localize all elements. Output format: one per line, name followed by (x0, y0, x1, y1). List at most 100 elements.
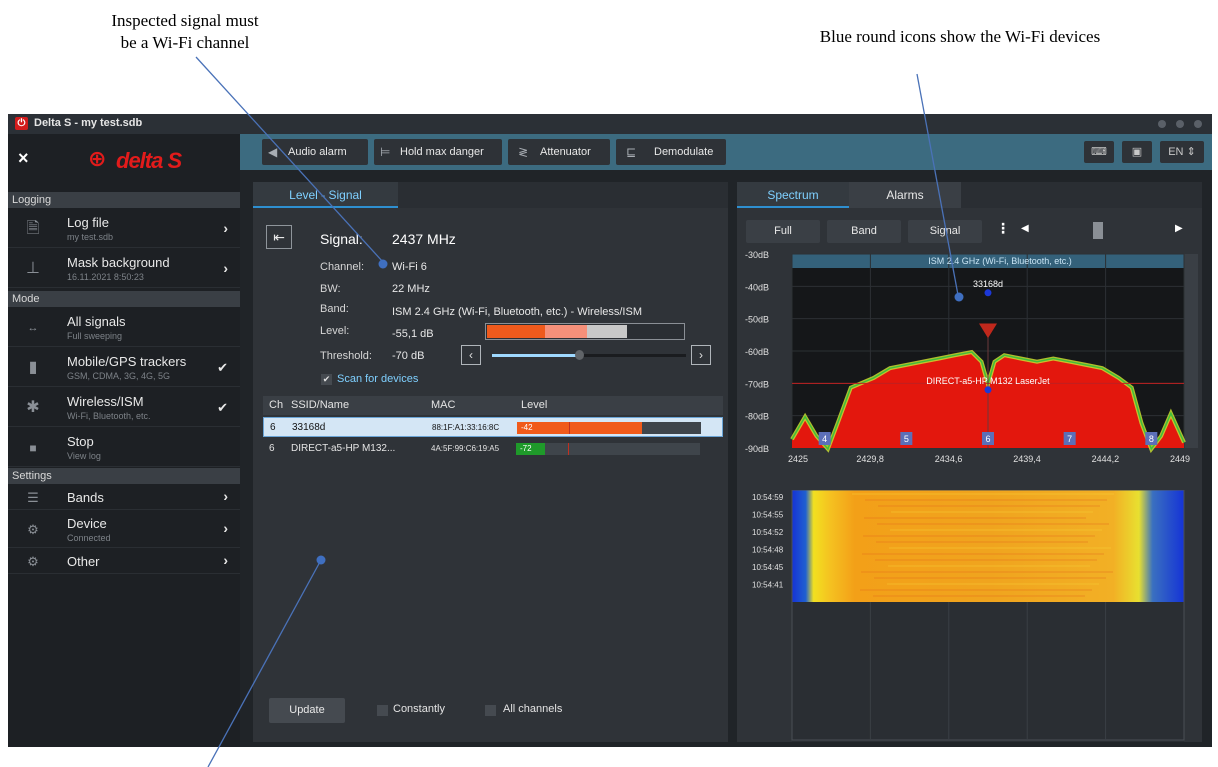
sidebar-item-label: All signals (67, 314, 126, 329)
level-bar-segment (487, 325, 545, 338)
window-title: Delta S - my test.sdb (34, 117, 143, 129)
annotation-line-2: be a Wi-Fi channel (120, 33, 250, 52)
chevron-right-icon: › (223, 220, 228, 236)
keyboard-icon[interactable]: ⌨ (1084, 141, 1114, 163)
tab-alarms[interactable]: Alarms (849, 182, 961, 208)
sidebar-item-device[interactable]: ⚙ Device Connected › (8, 512, 240, 548)
toolbar: ◀ Audio alarm ⊨ Hold max danger ≷ Attenu… (240, 134, 1212, 170)
bw-label: BW: (320, 283, 341, 295)
spectrum-scroll-thumb[interactable] (1093, 222, 1103, 239)
all-signals-icon: ↔ (27, 322, 39, 334)
signal-label: Signal: (320, 231, 363, 247)
threshold-slider-fill (492, 354, 580, 357)
table-row[interactable]: 6 DIRECT-a5-HP M132... 4A:5F:99:C6:19:A5… (263, 439, 723, 459)
sidebar-item-mobile-gps[interactable]: ▮ Mobile/GPS trackers GSM, CDMA, 3G, 4G,… (8, 349, 240, 387)
sidebar-item-label: Log file (67, 215, 109, 230)
sidebar-item-all-signals[interactable]: ↔ All signals Full sweeping (8, 309, 240, 347)
constantly-checkbox[interactable] (377, 705, 388, 716)
delta-s-logo: ⊕ delta S (86, 140, 206, 180)
back-button[interactable]: ⇤ (266, 225, 292, 249)
mask-icon: ⊥ (26, 260, 40, 277)
sidebar-item-bands[interactable]: ☰ Bands › (8, 486, 240, 510)
attenuator-button[interactable]: ≷ Attenuator (508, 139, 610, 165)
table-row[interactable]: 6 33168d 88:1F:A1:33:16:8C -42 (263, 417, 723, 437)
waterfall-chart: 10:54:59 10:54:55 10:54:52 10:54:48 10:54:45… (737, 490, 1202, 742)
row-level-marker (568, 443, 569, 455)
chevron-right-icon: › (223, 260, 228, 276)
column-header: MAC (431, 399, 456, 411)
close-icon[interactable]: × (18, 148, 29, 169)
waterfall-empty (792, 602, 1184, 742)
section-settings: Settings (8, 468, 240, 484)
scroll-left-icon[interactable]: ◀ (1021, 223, 1029, 234)
sidebar-item-mask-background[interactable]: ⊥ Mask background 16.11.2021 8:50:23 › (8, 250, 240, 288)
y-tick-label: -30dB (745, 250, 769, 260)
updown-icon: ⇕ (1186, 146, 1196, 158)
waterfall-heatmap (792, 490, 1184, 602)
update-button[interactable]: Update (269, 698, 345, 723)
band-value: ISM 2.4 GHz (Wi-Fi, Bluetooth, etc.) - W… (392, 306, 642, 318)
signal-button[interactable]: Signal (908, 220, 982, 243)
row-level-value: -72 (520, 444, 532, 453)
app-power-icon: ⏻ (15, 117, 28, 130)
demodulate-button[interactable]: ⊑ Demodulate (616, 139, 726, 165)
band-title-label: ISM 2.4 GHz (Wi-Fi, Bluetooth, etc.) (928, 256, 1072, 266)
sidebar-item-label: Device (67, 516, 107, 531)
device-marker (984, 386, 992, 394)
waterfall-time-label: 10:54:48 (752, 546, 784, 555)
row-level-bar: -72 (516, 443, 700, 455)
sidebar-item-label: Mask background (67, 255, 170, 270)
logo-text: delta S (116, 148, 182, 173)
row-channel: 6 (270, 422, 276, 433)
scroll-right-icon[interactable]: ▶ (1175, 223, 1183, 234)
waterfall-time-label: 10:54:55 (752, 511, 784, 520)
window-close-button[interactable] (1194, 120, 1202, 128)
x-tick-label: 2425 (788, 454, 808, 464)
band-label: Band: (320, 303, 349, 315)
level-value: -55,1 dB (392, 328, 434, 340)
x-tick-label: 2439,4 (1013, 454, 1041, 464)
window-minimize-button[interactable] (1158, 120, 1166, 128)
all-channels-checkbox[interactable] (485, 705, 496, 716)
sidebar-item-log-file[interactable]: 🗎 Log file my test.sdb › (8, 210, 240, 248)
sidebar-item-sub: View log (67, 451, 101, 461)
logo-mark-icon: ⊕ (88, 146, 107, 171)
column-header: Ch (269, 399, 284, 411)
annotation-wifi-devices: Blue round icons show the Wi-Fi devices (819, 27, 1101, 46)
level-label: Level: (320, 325, 350, 337)
tab-level-signal[interactable]: Level - Signal (253, 182, 398, 208)
chevron-right-icon: › (699, 348, 703, 362)
row-ssid: DIRECT-a5-HP M132... (291, 443, 396, 454)
sidebar-item-other[interactable]: ⚙ Other › (8, 550, 240, 574)
device-marker-label: DIRECT-a5-HP M132 LaserJet (926, 376, 1050, 386)
screen-icon[interactable]: ▣ (1122, 141, 1152, 163)
threshold-increase-button[interactable]: › (691, 345, 711, 365)
audio-alarm-button[interactable]: ◀ Audio alarm (262, 139, 368, 165)
spectrum-chart: -30dB -40dB -50dB -60dB -70dB -80dB -90dB 2425 2… (745, 250, 1198, 464)
back-arrow-icon: ⇤ (273, 229, 285, 245)
sidebar-item-stop[interactable]: ■ Stop View log (8, 429, 240, 467)
full-button[interactable]: Full (746, 220, 820, 243)
threshold-decrease-button[interactable]: ‹ (461, 345, 481, 365)
more-options-icon[interactable]: ⋮ (996, 220, 1010, 237)
scan-devices-checkbox[interactable]: ✔ (321, 374, 332, 385)
attenuator-icon: ≷ (518, 145, 529, 159)
plot-right-margin (1184, 254, 1198, 448)
language-select[interactable]: EN ⇕ (1160, 141, 1204, 163)
y-tick-label: -60dB (745, 347, 769, 357)
tab-spectrum[interactable]: Spectrum (737, 182, 849, 208)
y-tick-label: -70dB (745, 379, 769, 389)
y-tick-label: -80dB (745, 412, 769, 422)
sidebar-item-sub: Connected (67, 533, 111, 543)
language-value: EN (1168, 146, 1184, 158)
column-header: SSID/Name (291, 399, 350, 411)
annotation-line-1: Inspected signal must (111, 11, 259, 30)
column-header: Level (521, 399, 548, 411)
sidebar-item-wireless-ism[interactable]: ✱ Wireless/ISM Wi-Fi, Bluetooth, etc. ✔ (8, 389, 240, 427)
hold-max-danger-button[interactable]: ⊨ Hold max danger (374, 139, 502, 165)
hold-max-icon: ⊨ (380, 145, 391, 159)
device-icon: ⚙ (27, 522, 39, 537)
window-maximize-button[interactable] (1176, 120, 1184, 128)
channel-marker-label: 4 (822, 434, 827, 444)
band-button[interactable]: Band (827, 220, 901, 243)
